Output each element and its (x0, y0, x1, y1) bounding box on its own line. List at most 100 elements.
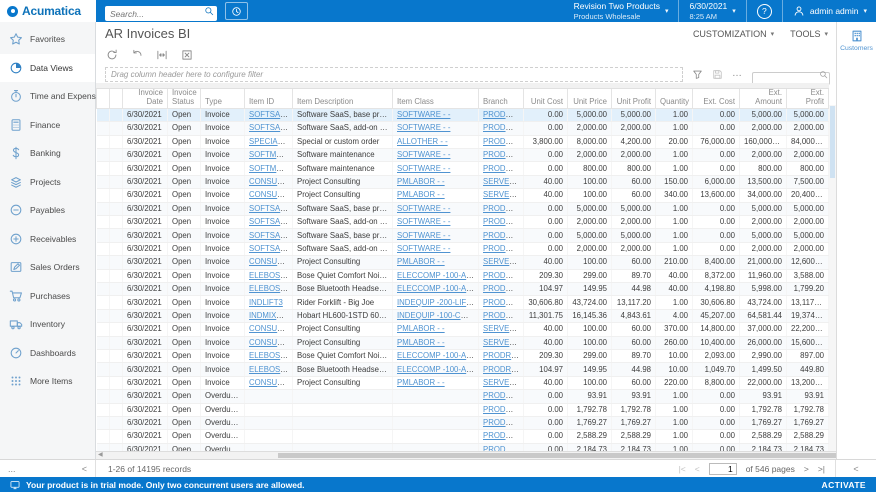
item_class-link[interactable]: SOFTWARE - - (397, 164, 450, 173)
customers-panel-icon[interactable] (850, 29, 864, 43)
column-header-item_class[interactable]: Item Class (393, 83, 479, 108)
branch-link[interactable]: SERVEAST (483, 177, 524, 186)
sidebar-item-data-views[interactable]: Data Views (0, 54, 95, 83)
column-header-item_id[interactable]: Item ID (245, 83, 293, 108)
branch-link[interactable]: PRODWHOLE (483, 284, 524, 293)
grid-row[interactable]: 6/30/2021OpenInvoiceELEBOSE2Bose Bluetoo… (97, 363, 829, 376)
item_class-link[interactable]: SOFTWARE - - (397, 244, 450, 253)
first-page-button[interactable]: |< (679, 464, 686, 474)
item_id-link[interactable]: SOFTSAAS2 (249, 244, 293, 253)
branch-link[interactable]: SERVEAST (483, 378, 524, 387)
branch-link[interactable]: SERVEAST (483, 338, 524, 347)
column-header-ext_profit[interactable]: Ext. Profit (787, 83, 829, 108)
item_id-link[interactable]: ELEBOSE2 (249, 365, 290, 374)
item_class-link[interactable]: SOFTWARE - - (397, 217, 450, 226)
item_class-link[interactable]: PMLABOR - - (397, 190, 445, 199)
cancel-button[interactable] (131, 49, 143, 61)
item_class-link[interactable]: ELECCOMP -100-AUDIO (397, 284, 479, 293)
column-header-invoice_status[interactable]: Invoice Status (168, 83, 201, 108)
branch-link[interactable]: SERVEAST (483, 190, 524, 199)
branch-link[interactable]: PRODWHOLE (483, 137, 524, 146)
customization-menu-button[interactable]: CUSTOMIZATION ▾ (693, 29, 774, 39)
item_id-link[interactable]: SOFTSAAS2 (249, 123, 293, 132)
grid-row[interactable]: 6/30/2021OpenOverdue C...PRODWHOLE0.002,… (97, 443, 829, 451)
branch-link[interactable]: PRODRETAIL (483, 351, 524, 360)
column-header-unit_price[interactable]: Unit Price (568, 83, 612, 108)
item_class-link[interactable]: SOFTWARE - - (397, 110, 450, 119)
branch-link[interactable]: PRODWHOLE (483, 418, 524, 427)
item_id-link[interactable]: INDMIXER1 (249, 311, 291, 320)
grid-row[interactable]: 6/30/2021OpenInvoiceSOFTSAAS1Software Sa… (97, 202, 829, 215)
help-button[interactable]: ? (757, 4, 772, 19)
business-date-selector[interactable]: 6/30/2021 8:25 AM ▾ (689, 1, 735, 20)
item_id-link[interactable]: SOFTSAAS1 (249, 231, 293, 240)
company-branch-selector[interactable]: Revision Two Products Products Wholesale… (574, 1, 669, 20)
branch-link[interactable]: PRODWHOLE (483, 431, 524, 440)
item_class-link[interactable]: SOFTWARE - - (397, 150, 450, 159)
acumatica-logo[interactable]: Acumatica (0, 0, 96, 22)
branch-link[interactable]: SERVEAST (483, 324, 524, 333)
filter-settings-button[interactable] (692, 69, 703, 80)
grid-row[interactable]: 6/30/2021OpenInvoiceSOFTSAAS2Software Sa… (97, 242, 829, 255)
grid-row[interactable]: 6/30/2021OpenInvoiceINDMIXER1Hobart HL60… (97, 309, 829, 322)
item_class-link[interactable]: PMLABOR - - (397, 324, 445, 333)
item_class-link[interactable]: SOFTWARE - - (397, 231, 450, 240)
grid-row[interactable]: 6/30/2021OpenInvoiceSOFTMAINTSoftware ma… (97, 162, 829, 175)
sidebar-item-receivables[interactable]: Receivables (0, 225, 95, 254)
vertical-scrollbar-thumb[interactable] (830, 106, 835, 178)
item_class-link[interactable]: PMLABOR - - (397, 338, 445, 347)
item_class-link[interactable]: SOFTWARE - - (397, 123, 450, 132)
item_class-link[interactable]: PMLABOR - - (397, 257, 445, 266)
branch-link[interactable]: PRODWHOLE (483, 110, 524, 119)
column-header-ext_cost[interactable]: Ext. Cost (693, 83, 740, 108)
item_class-link[interactable]: INDEQUIP -100-COMMKITCH (397, 311, 479, 320)
item_id-link[interactable]: SOFTMAINT (249, 150, 293, 159)
column-header-unit_profit[interactable]: Unit Profit (612, 83, 656, 108)
item_id-link[interactable]: SOFTSAAS2 (249, 217, 293, 226)
sidebar-item-purchases[interactable]: Purchases (0, 282, 95, 311)
activate-button[interactable]: ACTIVATE (822, 480, 866, 490)
more-options-button[interactable]: … (732, 71, 743, 77)
grid-row[interactable]: 6/30/2021OpenInvoiceCONSULTI...Project C… (97, 336, 829, 349)
branch-link[interactable]: PRODRETAIL (483, 365, 524, 374)
grid-row[interactable]: 6/30/2021OpenOverdue C...PRODWHOLE0.001,… (97, 416, 829, 429)
sidebar-item-payables[interactable]: Payables (0, 196, 95, 225)
item_id-link[interactable]: CONSULTI... (249, 177, 293, 186)
sidebar-item-finance[interactable]: Finance (0, 111, 95, 140)
scroll-left-arrow-icon[interactable]: ◀ (98, 452, 103, 459)
item_id-link[interactable]: CONSULTI... (249, 378, 293, 387)
grid-row[interactable]: 6/30/2021OpenInvoiceCONSULTI...Project C… (97, 376, 829, 389)
grid-row[interactable]: 6/30/2021OpenInvoiceELEBOSE1Bose Quiet C… (97, 269, 829, 282)
horizontal-scrollbar[interactable]: ◀ (96, 451, 836, 459)
vertical-scrollbar[interactable] (829, 105, 836, 451)
item_id-link[interactable]: ELEBOSE2 (249, 284, 290, 293)
column-header-ext_amount[interactable]: Ext. Amount (740, 83, 787, 108)
grid-row[interactable]: 6/30/2021OpenInvoiceCONSULTI...Project C… (97, 256, 829, 269)
grid-row[interactable]: 6/30/2021OpenInvoiceSOFTSAAS2Software Sa… (97, 216, 829, 229)
branch-link[interactable]: PRODWHOLE (483, 311, 524, 320)
item_class-link[interactable]: ELECCOMP -100-AUDIO (397, 271, 479, 280)
item_class-link[interactable]: ALLOTHER - - (397, 137, 448, 146)
sidebar-item-more-items[interactable]: More Items (0, 367, 95, 396)
last-page-button[interactable]: >| (818, 464, 825, 474)
grid-row[interactable]: 6/30/2021OpenInvoiceELEBOSE1Bose Quiet C… (97, 349, 829, 362)
grid-row[interactable]: 6/30/2021OpenOverdue C...PRODWHOLE0.0093… (97, 390, 829, 403)
grid-row[interactable]: 6/30/2021OpenOverdue C...PRODWHOLE0.001,… (97, 403, 829, 416)
grid-row[interactable]: 6/30/2021OpenInvoiceCONSULTI...Project C… (97, 189, 829, 202)
column-header-type[interactable]: Type (201, 83, 245, 108)
sidebar-item-dashboards[interactable]: Dashboards (0, 339, 95, 368)
sidebar-item-banking[interactable]: Banking (0, 139, 95, 168)
item_class-link[interactable]: PMLABOR - - (397, 177, 445, 186)
grid-row[interactable]: 6/30/2021OpenInvoiceCONSULTI...Project C… (97, 323, 829, 336)
item_class-link[interactable]: ELECCOMP -100-AUDIO (397, 351, 479, 360)
tools-menu-button[interactable]: TOOLS ▾ (790, 29, 828, 39)
item_id-link[interactable]: SPECIALO... (249, 137, 293, 146)
save-filter-button[interactable] (712, 69, 723, 80)
column-header-unit_cost[interactable]: Unit Cost (524, 83, 568, 108)
item_class-link[interactable]: PMLABOR - - (397, 378, 445, 387)
branch-link[interactable]: PRODWHOLE (483, 150, 524, 159)
sidebar-more-button[interactable]: ... (8, 464, 16, 474)
global-search-input[interactable] (105, 6, 217, 21)
branch-link[interactable]: PRODWHOLE (483, 123, 524, 132)
sidebar-item-favorites[interactable]: Favorites (0, 25, 95, 54)
